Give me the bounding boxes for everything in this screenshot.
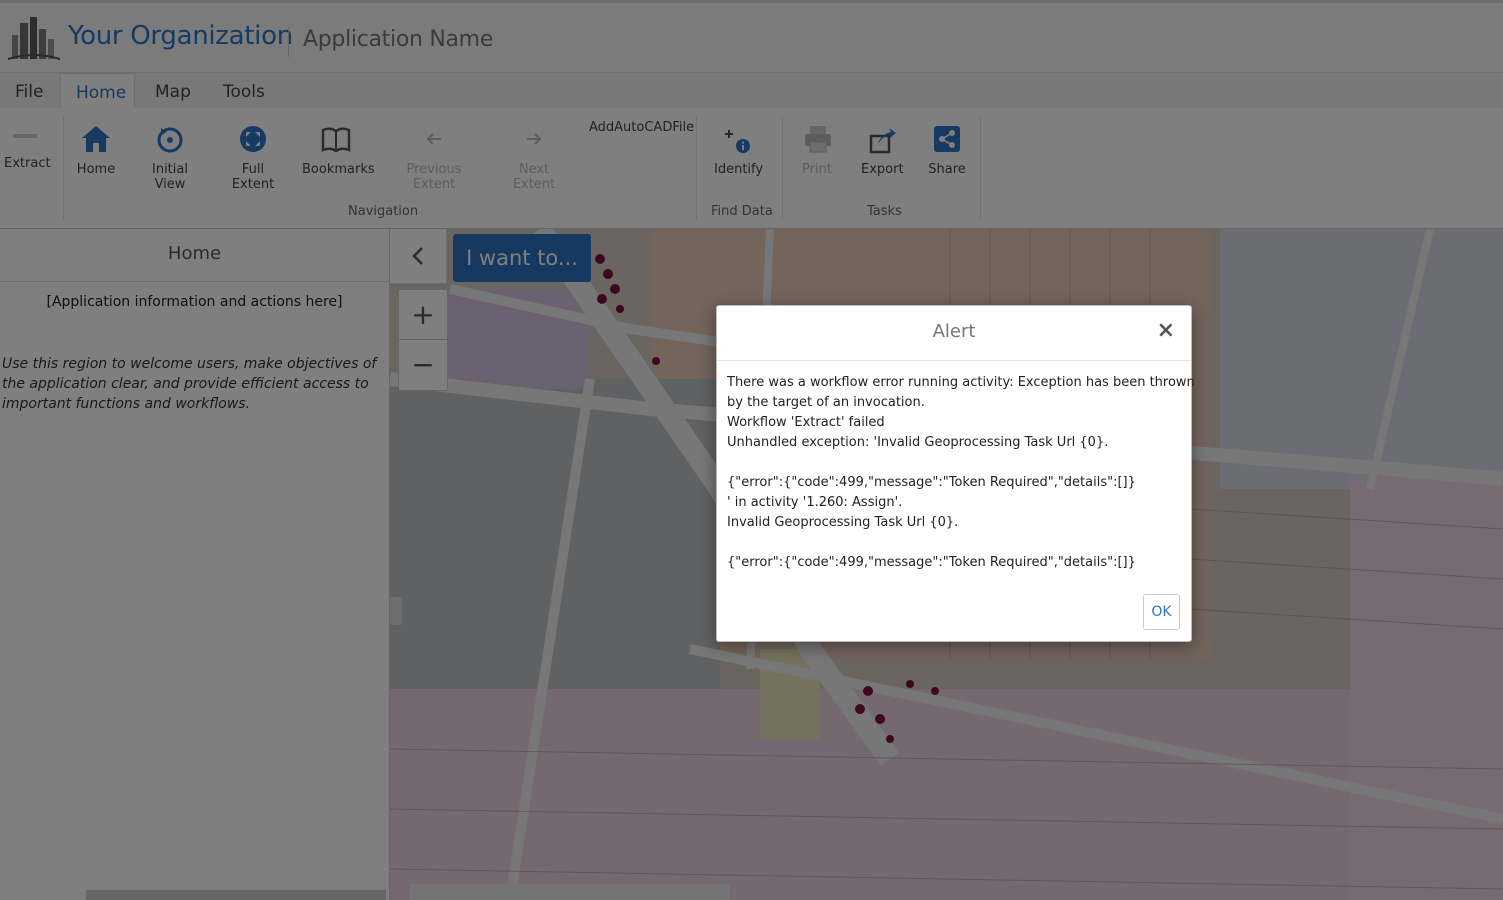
alert-line: {"error":{"code":499,"message":"Token Re… bbox=[727, 555, 1136, 570]
alert-line bbox=[727, 453, 1181, 473]
alert-header: Alert × bbox=[717, 306, 1191, 361]
alert-line: Unhandled exception: 'Invalid Geoprocess… bbox=[727, 435, 1109, 450]
ok-button[interactable]: OK bbox=[1143, 594, 1180, 630]
alert-line: {"error":{"code":499,"message":"Token Re… bbox=[727, 475, 1136, 490]
alert-title: Alert bbox=[932, 321, 976, 342]
alert-line: Invalid Geoprocessing Task Url {0}. bbox=[727, 515, 959, 530]
alert-line: There was a workflow error running activ… bbox=[727, 375, 1195, 390]
alert-line bbox=[727, 533, 1181, 553]
alert-dialog: Alert × There was a workflow error runni… bbox=[716, 305, 1195, 642]
alert-line: ' in activity '1.260: Assign'. bbox=[727, 495, 903, 510]
alert-line: Workflow 'Extract' failed bbox=[727, 415, 885, 430]
alert-line: by the target of an invocation. bbox=[727, 395, 925, 410]
alert-message: There was a workflow error running activ… bbox=[717, 361, 1195, 573]
close-icon[interactable]: × bbox=[1157, 318, 1175, 343]
